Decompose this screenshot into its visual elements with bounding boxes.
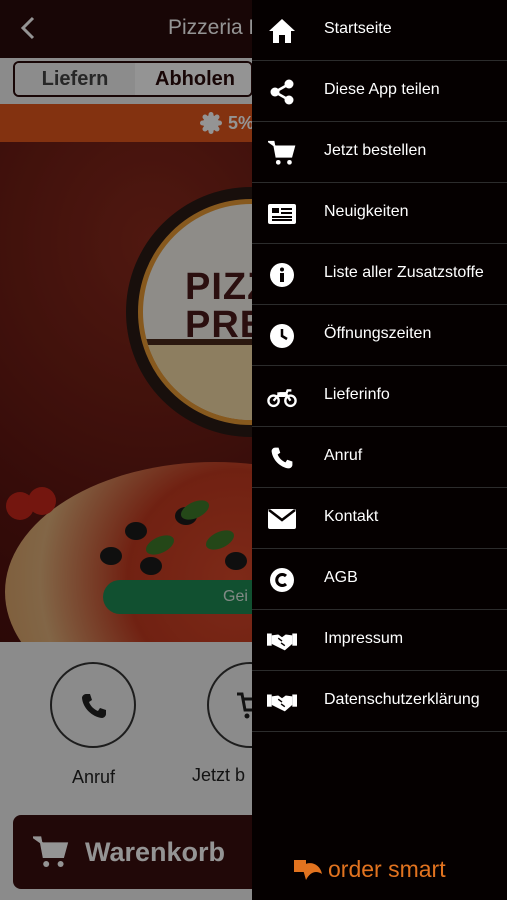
clock-icon: [267, 321, 297, 351]
menu-item-delivery-info[interactable]: Lieferinfo: [252, 366, 507, 427]
brand-text: order smart: [328, 856, 446, 882]
menu-item-news[interactable]: Neuigkeiten: [252, 183, 507, 244]
cart-icon: [267, 138, 297, 168]
handshake-icon: [267, 687, 297, 717]
menu-label: Startseite: [324, 20, 392, 37]
menu-item-share[interactable]: Diese App teilen: [252, 61, 507, 122]
share-icon: [267, 77, 297, 107]
motorcycle-icon: [267, 382, 297, 412]
menu-label: Kontakt: [324, 508, 379, 525]
menu-item-contact[interactable]: Kontakt: [252, 488, 507, 549]
copyright-icon: [267, 565, 297, 595]
menu-item-additives[interactable]: Liste aller Zusatzstoffe: [252, 244, 507, 305]
menu-label: Datenschutzerklärung: [324, 691, 480, 708]
menu-label: Anruf: [324, 447, 363, 464]
home-icon: [267, 16, 297, 46]
menu-item-order-now[interactable]: Jetzt bestellen: [252, 122, 507, 183]
menu-label: Lieferinfo: [324, 386, 390, 403]
menu-item-opening-hours[interactable]: Öffnungszeiten: [252, 305, 507, 366]
phone-icon: [267, 443, 297, 473]
menu-label: Impressum: [324, 630, 404, 647]
menu-label: Liste aller Zusatzstoffe: [324, 264, 484, 281]
menu-label: AGB: [324, 569, 358, 586]
menu-item-startseite[interactable]: Startseite: [252, 0, 507, 61]
envelope-icon: [267, 504, 297, 534]
menu-item-privacy[interactable]: Datenschutzerklärung: [252, 671, 507, 732]
menu-label: Jetzt bestellen: [324, 142, 427, 159]
navigation-drawer: Startseite Diese App teilen Jetzt bestel…: [252, 0, 507, 900]
handshake-icon: [267, 626, 297, 656]
menu-label: Neuigkeiten: [324, 203, 409, 220]
menu-item-call[interactable]: Anruf: [252, 427, 507, 488]
menu-item-terms[interactable]: AGB: [252, 549, 507, 610]
menu-label: Diese App teilen: [324, 81, 440, 98]
menu-label: Öffnungszeiten: [324, 325, 432, 342]
menu-item-imprint[interactable]: Impressum: [252, 610, 507, 671]
info-icon: [267, 260, 297, 290]
order-smart-logo-icon: [294, 860, 322, 880]
newspaper-icon: [267, 199, 297, 229]
brand-logo: order smart: [292, 854, 492, 886]
